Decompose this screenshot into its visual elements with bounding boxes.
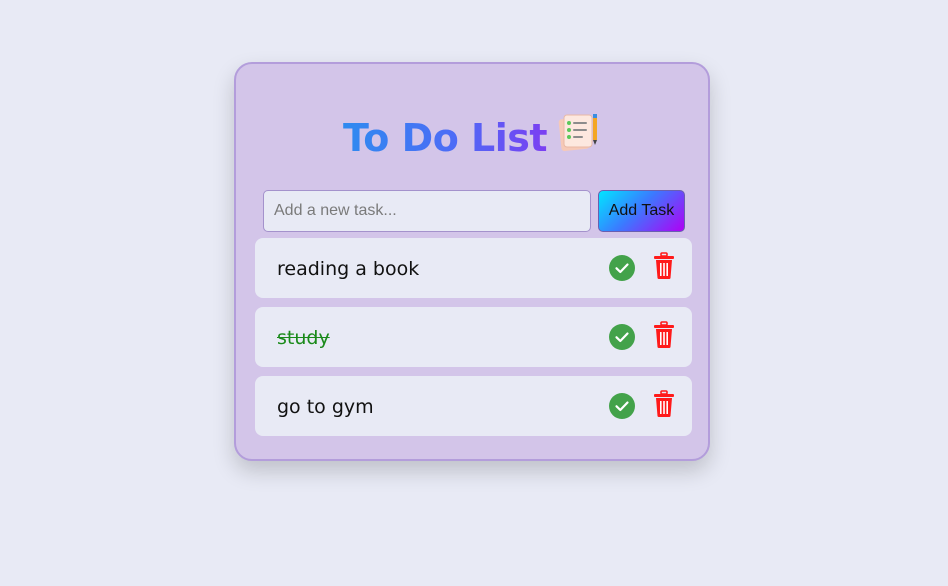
task-list: reading a book study go to gym	[255, 238, 692, 445]
title-row: To Do List	[236, 110, 708, 166]
new-task-input[interactable]	[263, 190, 591, 232]
task-text: go to gym	[277, 396, 374, 418]
add-task-button[interactable]: Add Task	[598, 190, 685, 232]
trash-icon[interactable]	[653, 252, 675, 280]
task-text: reading a book	[277, 258, 420, 280]
task-item: study	[255, 307, 692, 367]
check-circle-icon[interactable]	[609, 255, 635, 281]
task-text-completed: study	[277, 327, 330, 349]
task-item: go to gym	[255, 376, 692, 436]
trash-icon[interactable]	[653, 390, 675, 418]
todo-card: To Do List Add Task reading a book	[234, 62, 710, 461]
trash-icon[interactable]	[653, 321, 675, 349]
check-circle-icon[interactable]	[609, 324, 635, 350]
checklist-notepad-icon	[557, 110, 601, 154]
page-title: To Do List	[343, 110, 548, 166]
task-item: reading a book	[255, 238, 692, 298]
check-circle-icon[interactable]	[609, 393, 635, 419]
